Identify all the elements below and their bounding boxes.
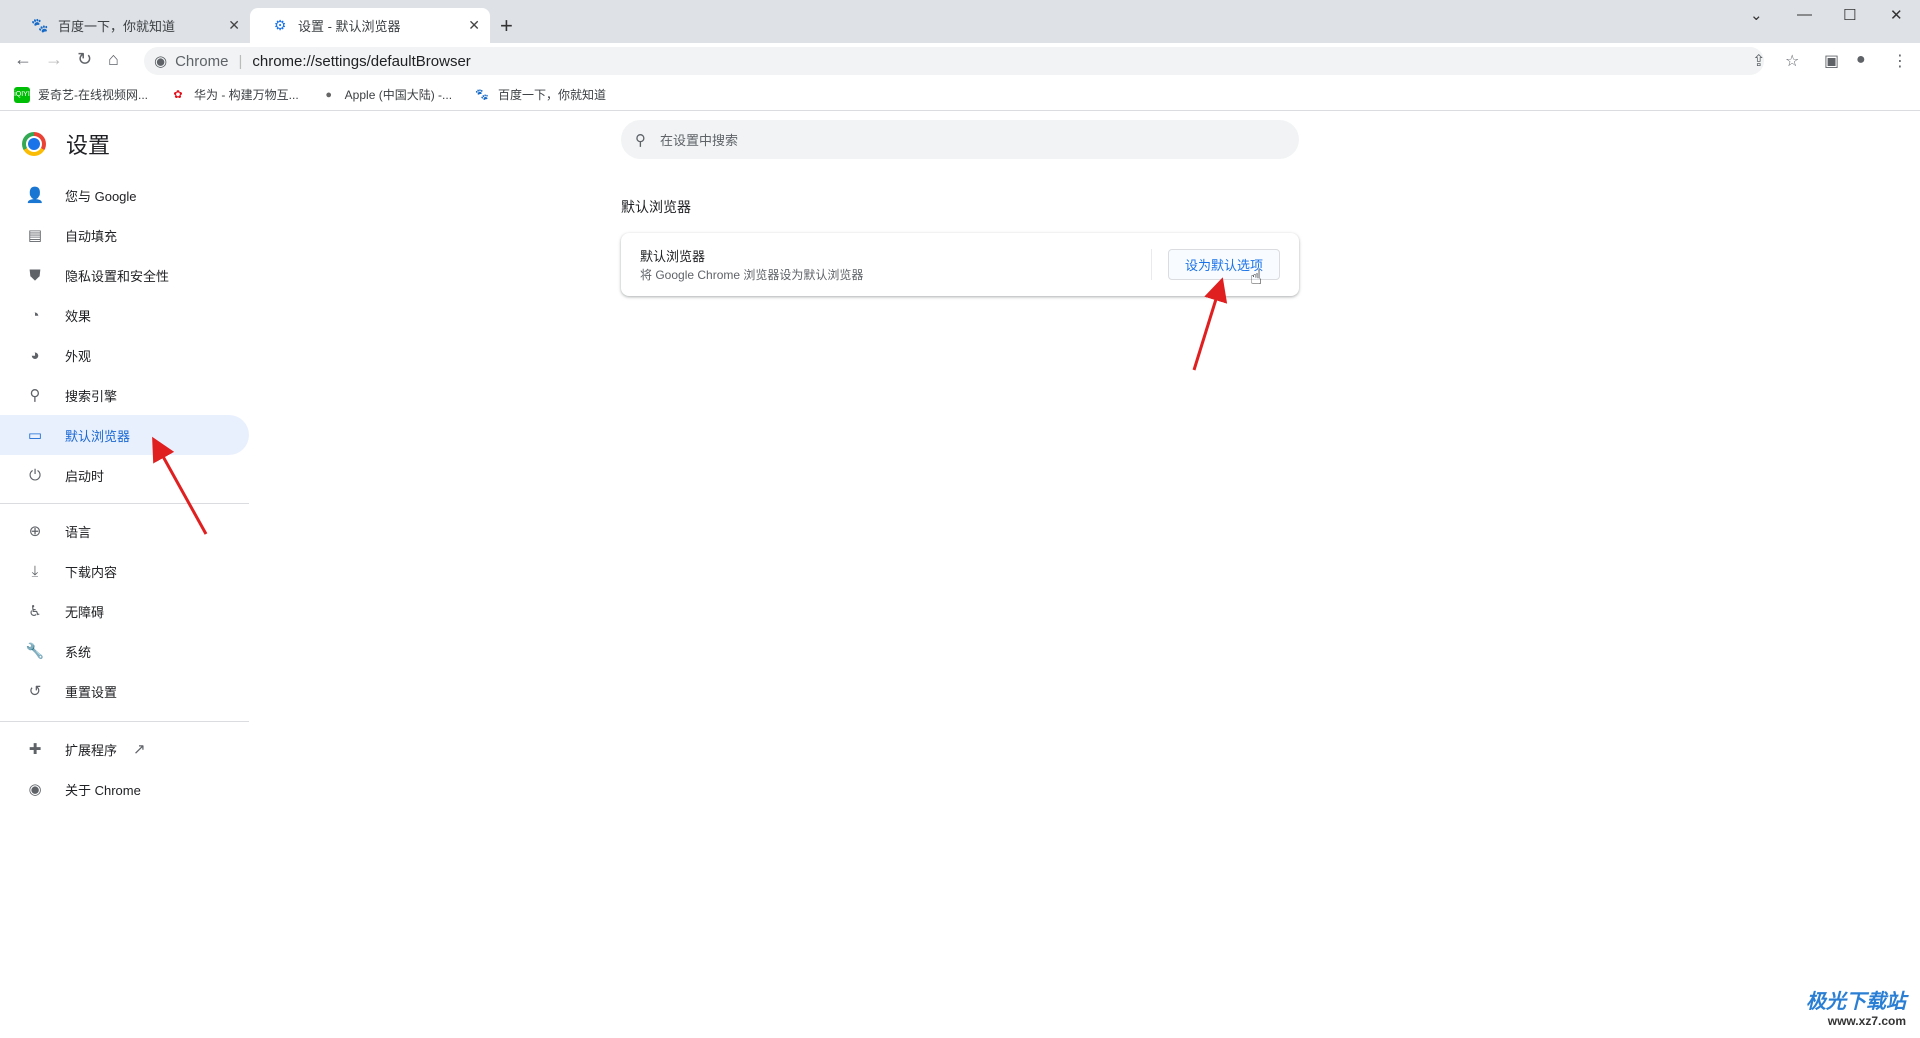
annotation-arrows: ☝ — [152, 267, 1262, 535]
watermark-name: 极光下载站 — [1806, 991, 1906, 1013]
red-arrow-button — [1192, 277, 1228, 371]
red-arrow-sidebar — [152, 436, 208, 535]
cursor-hand-icon: ☝ — [1250, 267, 1262, 289]
watermark-url: www.xz7.com — [1827, 1014, 1906, 1028]
watermark: 极光下载站 www.xz7.com — [1806, 985, 1906, 1028]
